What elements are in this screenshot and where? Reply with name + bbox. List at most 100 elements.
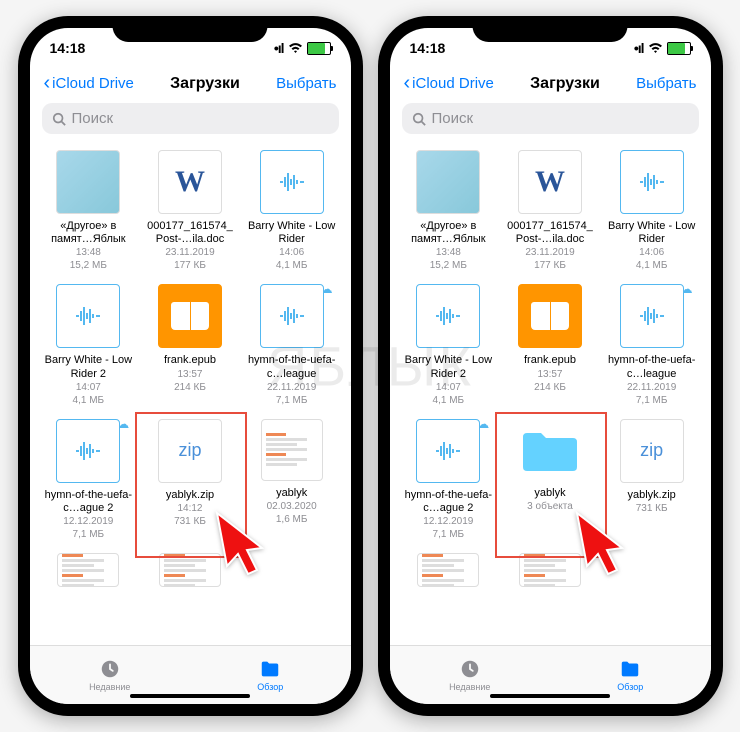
- phone-screen: 14:18 ‹ iCloud Drive Загрузки Выбрать По…: [30, 28, 351, 704]
- file-name: hymn-of-the-uefa-c…ague 2: [43, 489, 133, 515]
- file-thumbnail: [416, 419, 480, 483]
- phone-screen: 14:18 ‹ iCloud Drive Загрузки Выбрать По…: [390, 28, 711, 704]
- file-item[interactable]: [400, 553, 498, 587]
- clock-icon: [98, 658, 122, 680]
- file-meta: 4,1 МБ: [433, 394, 465, 407]
- back-button[interactable]: ‹ iCloud Drive: [404, 72, 494, 95]
- battery-icon: [307, 42, 331, 55]
- phone-notch: [113, 16, 268, 42]
- file-thumbnail: W: [158, 150, 222, 214]
- file-meta: 177 КБ: [174, 259, 206, 272]
- file-meta: 731 КБ: [636, 502, 668, 515]
- file-meta: 23.11.2019: [525, 246, 574, 259]
- file-item[interactable]: ☁︎hymn-of-the-uefa-c…league22.11.20197,1…: [603, 284, 701, 406]
- back-label: iCloud Drive: [412, 75, 494, 92]
- file-meta: 02.03.2020: [267, 500, 317, 513]
- file-meta: 7,1 МБ: [636, 394, 668, 407]
- file-item[interactable]: Barry White - Low Rider14:064,1 МБ: [243, 150, 341, 272]
- file-meta: 14:07: [76, 381, 101, 394]
- file-meta: 4,1 МБ: [636, 259, 668, 272]
- file-meta: 731 КБ: [174, 515, 206, 528]
- file-name: frank.epub: [164, 354, 216, 367]
- file-thumbnail: [260, 284, 324, 348]
- folder-icon: [258, 658, 282, 680]
- file-meta: 13:57: [537, 368, 562, 381]
- file-name: «Другое» в памят…Яблык: [43, 220, 133, 246]
- page-title: Загрузки: [170, 75, 240, 93]
- file-meta: 14:06: [279, 246, 304, 259]
- home-indicator[interactable]: [490, 694, 610, 698]
- file-name: frank.epub: [524, 354, 576, 367]
- search-input[interactable]: Поиск: [402, 103, 699, 134]
- chevron-left-icon: ‹: [44, 72, 51, 95]
- file-meta: 14:12: [177, 502, 202, 515]
- file-meta: 22.11.2019: [267, 381, 316, 394]
- file-thumbnail: [519, 419, 581, 481]
- home-indicator[interactable]: [130, 694, 250, 698]
- file-meta: 4,1 МБ: [73, 394, 105, 407]
- file-meta: 15,2 МБ: [70, 259, 107, 272]
- file-item[interactable]: ☁︎hymn-of-the-uefa-c…ague 212.12.20197,1…: [400, 419, 498, 541]
- file-item[interactable]: Barry White - Low Rider 214:074,1 МБ: [400, 284, 498, 406]
- file-meta: 15,2 МБ: [430, 259, 467, 272]
- file-name: Barry White - Low Rider: [607, 220, 697, 246]
- nav-bar: ‹ iCloud Drive Загрузки Выбрать: [390, 68, 711, 103]
- file-meta: 1,6 МБ: [276, 513, 308, 526]
- status-time: 14:18: [410, 40, 446, 56]
- file-meta: 14:06: [639, 246, 664, 259]
- file-name: hymn-of-the-uefa-c…ague 2: [403, 489, 493, 515]
- file-item[interactable]: ☁︎hymn-of-the-uefa-c…ague 212.12.20197,1…: [40, 419, 138, 541]
- file-meta: 214 КБ: [534, 381, 566, 394]
- file-meta: 13:48: [76, 246, 101, 259]
- file-name: Barry White - Low Rider: [247, 220, 337, 246]
- search-icon: [52, 112, 66, 126]
- file-item[interactable]: ☁︎hymn-of-the-uefa-c…league22.11.20197,1…: [243, 284, 341, 406]
- file-thumbnail: [158, 284, 222, 348]
- phone-notch: [473, 16, 628, 42]
- back-button[interactable]: ‹ iCloud Drive: [44, 72, 134, 95]
- file-meta: 177 КБ: [534, 259, 566, 272]
- file-thumbnail: [261, 419, 323, 481]
- page-title: Загрузки: [530, 75, 600, 93]
- file-item[interactable]: «Другое» в памят…Яблык13:4815,2 МБ: [400, 150, 498, 272]
- file-meta: 14:07: [436, 381, 461, 394]
- file-item[interactable]: Barry White - Low Rider14:064,1 МБ: [603, 150, 701, 272]
- file-name: yablyk.zip: [166, 489, 214, 502]
- file-meta: 3 объекта: [527, 500, 573, 513]
- file-item[interactable]: W 000177_161574_Post-…ila.doc23.11.201917…: [501, 150, 599, 272]
- file-meta: 7,1 МБ: [276, 394, 308, 407]
- file-item[interactable]: Barry White - Low Rider 214:074,1 МБ: [40, 284, 138, 406]
- phone-mock-right: 14:18 ‹ iCloud Drive Загрузки Выбрать По…: [378, 16, 723, 716]
- file-name: Barry White - Low Rider 2: [43, 354, 133, 380]
- select-button[interactable]: Выбрать: [276, 75, 336, 92]
- file-thumbnail: W: [518, 150, 582, 214]
- file-thumbnail: [56, 150, 120, 214]
- file-item[interactable]: frank.epub13:57214 КБ: [501, 284, 599, 406]
- file-meta: 23.11.2019: [165, 246, 214, 259]
- file-name: 000177_161574_Post-…ila.doc: [145, 220, 235, 246]
- search-placeholder: Поиск: [72, 110, 114, 127]
- file-name: «Другое» в памят…Яблык: [403, 220, 493, 246]
- file-thumbnail: [417, 553, 479, 587]
- wifi-icon: [648, 43, 663, 54]
- file-item[interactable]: W 000177_161574_Post-…ila.doc23.11.201917…: [141, 150, 239, 272]
- search-placeholder: Поиск: [432, 110, 474, 127]
- file-item[interactable]: «Другое» в памят…Яблык13:4815,2 МБ: [40, 150, 138, 272]
- file-grid: «Другое» в памят…Яблык13:4815,2 МБ W 00017…: [390, 144, 711, 645]
- file-thumbnail: [57, 553, 119, 587]
- file-name: 000177_161574_Post-…ila.doc: [505, 220, 595, 246]
- file-grid: «Другое» в памят…Яблык13:4815,2 МБ W 00017…: [30, 144, 351, 645]
- file-item[interactable]: frank.epub13:57214 КБ: [141, 284, 239, 406]
- file-thumbnail: [260, 150, 324, 214]
- status-time: 14:18: [50, 40, 86, 56]
- select-button[interactable]: Выбрать: [636, 75, 696, 92]
- signal-icon: [274, 40, 284, 56]
- file-thumbnail: [56, 284, 120, 348]
- clock-icon: [458, 658, 482, 680]
- file-thumbnail: [416, 150, 480, 214]
- file-item[interactable]: [40, 553, 138, 587]
- file-name: yablyk: [534, 487, 565, 500]
- search-input[interactable]: Поиск: [42, 103, 339, 134]
- file-meta: 7,1 МБ: [433, 528, 465, 541]
- search-icon: [412, 112, 426, 126]
